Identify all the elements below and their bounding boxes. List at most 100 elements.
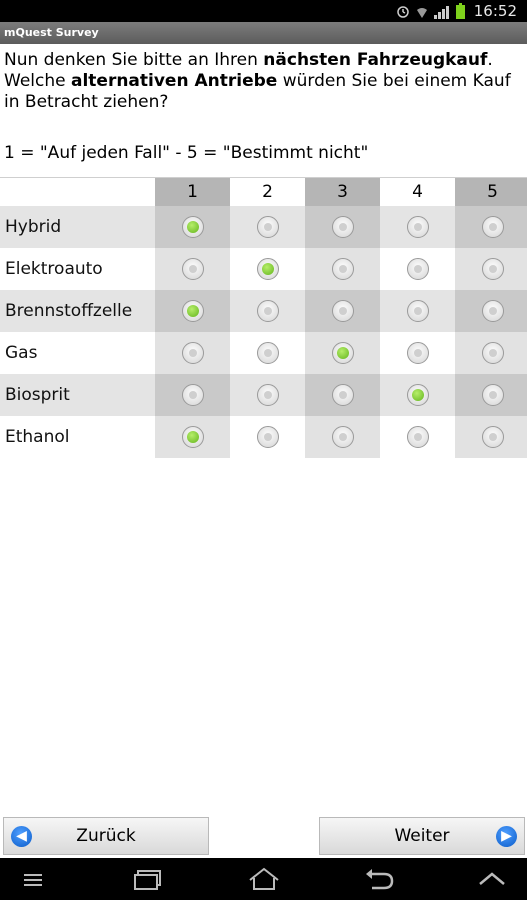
battery-icon	[456, 3, 465, 19]
radio-button[interactable]	[406, 216, 429, 238]
radio-button[interactable]	[481, 342, 504, 364]
matrix-cell	[155, 290, 230, 332]
recent-apps-icon[interactable]	[128, 866, 168, 892]
app-title-bar: mQuest Survey	[0, 22, 527, 44]
column-header-5: 5	[455, 178, 527, 206]
matrix-cell	[380, 332, 455, 374]
signal-icon	[434, 6, 449, 19]
arrow-right-icon: ▶	[496, 826, 517, 847]
radio-button[interactable]	[181, 426, 204, 448]
radio-button[interactable]	[256, 384, 279, 406]
back-nav-icon[interactable]	[358, 866, 398, 892]
radio-button[interactable]	[481, 258, 504, 280]
column-header-4: 4	[380, 178, 455, 206]
matrix-cell	[380, 206, 455, 248]
matrix-cell	[230, 248, 305, 290]
radio-button[interactable]	[406, 384, 429, 406]
matrix-cell	[155, 248, 230, 290]
app-title: mQuest Survey	[4, 26, 99, 39]
home-icon[interactable]	[244, 866, 284, 892]
matrix-cell	[455, 290, 527, 332]
status-time: 16:52	[473, 2, 517, 20]
radio-button[interactable]	[256, 426, 279, 448]
radio-button[interactable]	[181, 300, 204, 322]
radio-button[interactable]	[256, 342, 279, 364]
back-button[interactable]: ◀ Zurück	[3, 817, 209, 855]
radio-button[interactable]	[406, 300, 429, 322]
matrix-header-row: 12345	[0, 177, 527, 206]
matrix-cell	[455, 206, 527, 248]
matrix-row: Brennstoffzelle	[0, 290, 527, 332]
status-icons	[396, 3, 465, 19]
matrix-cell	[380, 416, 455, 458]
radio-button[interactable]	[331, 426, 354, 448]
wifi-icon	[417, 8, 427, 18]
matrix-row: Elektroauto	[0, 248, 527, 290]
matrix-cell	[230, 416, 305, 458]
matrix-cell	[230, 374, 305, 416]
matrix-cell	[155, 332, 230, 374]
next-button[interactable]: Weiter ▶	[319, 817, 525, 855]
radio-button[interactable]	[256, 258, 279, 280]
radio-button[interactable]	[256, 216, 279, 238]
matrix-cell	[230, 206, 305, 248]
matrix-cell	[455, 374, 527, 416]
row-label: Ethanol	[5, 427, 70, 447]
column-header-1: 1	[155, 178, 230, 206]
matrix-cell	[155, 416, 230, 458]
radio-button[interactable]	[181, 258, 204, 280]
matrix-cell	[305, 416, 380, 458]
matrix-cell	[230, 290, 305, 332]
radio-button[interactable]	[481, 426, 504, 448]
matrix-cell	[230, 332, 305, 374]
chevron-up-icon[interactable]	[472, 866, 512, 892]
scale-hint: 1 = "Auf jeden Fall" - 5 = "Bestimmt nic…	[4, 143, 369, 163]
radio-button[interactable]	[481, 216, 504, 238]
radio-button[interactable]	[181, 342, 204, 364]
radio-button[interactable]	[181, 384, 204, 406]
radio-button[interactable]	[406, 426, 429, 448]
matrix-row: Biosprit	[0, 374, 527, 416]
column-header-2: 2	[230, 178, 305, 206]
radio-button[interactable]	[481, 300, 504, 322]
radio-button[interactable]	[256, 300, 279, 322]
system-navigation-bar	[0, 858, 527, 900]
status-bar: 16:52	[0, 0, 527, 22]
column-header-3: 3	[305, 178, 380, 206]
matrix-cell	[305, 374, 380, 416]
row-label: Brennstoffzelle	[5, 301, 133, 321]
row-label: Gas	[5, 343, 38, 363]
menu-icon[interactable]	[18, 866, 58, 892]
row-label: Hybrid	[5, 217, 62, 237]
question-bold-1: nächsten Fahrzeugkauf	[263, 50, 488, 70]
radio-button[interactable]	[481, 384, 504, 406]
arrow-left-icon: ◀	[11, 826, 32, 847]
matrix-cell	[380, 290, 455, 332]
radio-button[interactable]	[406, 342, 429, 364]
radio-button[interactable]	[331, 300, 354, 322]
matrix-row: Ethanol	[0, 416, 527, 458]
rating-matrix: 12345 Hybrid Elektroauto Brennstoffzelle Ga…	[0, 177, 527, 458]
matrix-cell	[455, 416, 527, 458]
radio-button[interactable]	[331, 258, 354, 280]
back-button-label: Zurück	[76, 826, 136, 846]
matrix-cell	[305, 290, 380, 332]
radio-button[interactable]	[406, 258, 429, 280]
question-part-1: Nun denken Sie bitte an Ihren	[4, 50, 264, 70]
radio-button[interactable]	[331, 384, 354, 406]
matrix-cell	[380, 248, 455, 290]
matrix-cell	[305, 206, 380, 248]
next-button-label: Weiter	[394, 826, 450, 846]
row-label: Biosprit	[5, 385, 70, 405]
matrix-cell	[155, 206, 230, 248]
radio-button[interactable]	[331, 342, 354, 364]
matrix-cell	[455, 332, 527, 374]
matrix-cell	[155, 374, 230, 416]
matrix-cell	[380, 374, 455, 416]
alarm-icon	[397, 6, 409, 18]
matrix-cell	[455, 248, 527, 290]
radio-button[interactable]	[181, 216, 204, 238]
radio-button[interactable]	[331, 216, 354, 238]
matrix-cell	[305, 248, 380, 290]
matrix-row: Hybrid	[0, 206, 527, 248]
